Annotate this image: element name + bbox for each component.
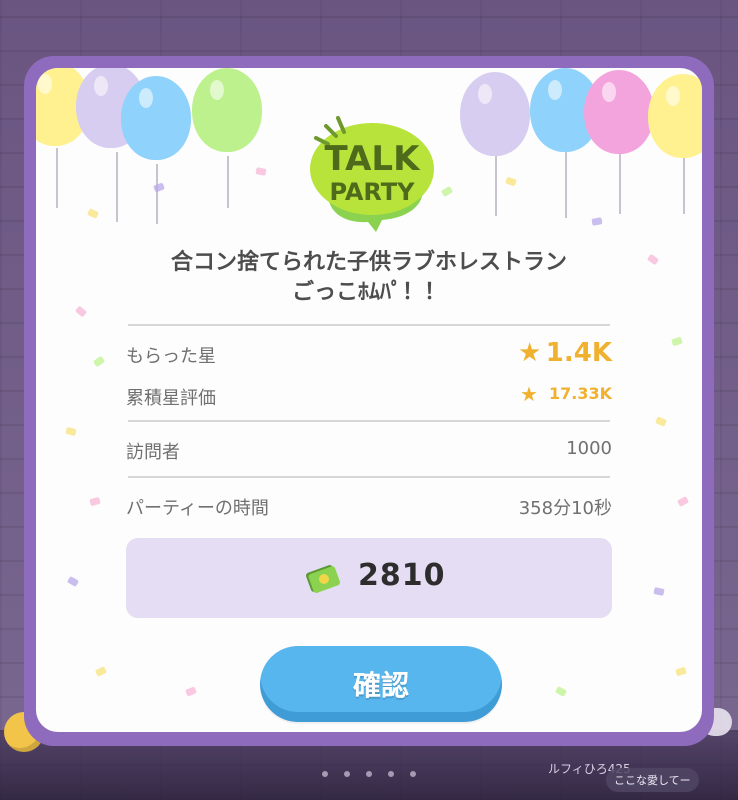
party-result-modal: TALK PARTY 合コン捨てられた子供ラブホレストラン ごっこﾎﾑﾊﾟ！！ … bbox=[24, 56, 714, 746]
divider bbox=[128, 420, 610, 422]
party-time-value: 358分10秒 bbox=[518, 498, 612, 519]
room-title-line2: ごっこﾎﾑﾊﾟ！！ bbox=[291, 280, 446, 305]
divider bbox=[128, 476, 610, 478]
balloon-pink-right bbox=[584, 70, 654, 154]
divider bbox=[128, 324, 610, 326]
cumulative-rating-label: 累積星評価 bbox=[126, 388, 216, 409]
balloon-green-left bbox=[192, 68, 262, 152]
balloon-yellow-right bbox=[648, 74, 702, 158]
star-icon-small: ★ bbox=[520, 382, 538, 406]
received-stars-value: 1.4K bbox=[545, 338, 612, 368]
party-time-label: パーティーの時間 bbox=[126, 498, 269, 519]
balloon-purple-right bbox=[460, 72, 530, 156]
cumulative-rating-value: 17.33K bbox=[548, 384, 612, 403]
reward-amount: 2810 bbox=[358, 558, 446, 593]
star-icon: ★ bbox=[518, 338, 542, 368]
received-stars-label: もらった星 bbox=[126, 346, 216, 367]
modal-content: TALK PARTY 合コン捨てられた子供ラブホレストラン ごっこﾎﾑﾊﾟ！！ … bbox=[36, 68, 702, 732]
visitors-value: 1000 bbox=[566, 438, 612, 459]
talk-party-logo: TALK PARTY bbox=[310, 116, 434, 232]
logo-party-text: PARTY bbox=[329, 178, 415, 206]
money-icon bbox=[305, 565, 341, 593]
chat-chip[interactable]: ここな愛してー bbox=[606, 768, 699, 792]
balloon-blue-left bbox=[121, 76, 191, 160]
logo-talk-text: TALK bbox=[325, 139, 422, 179]
reward-box: 2810 bbox=[126, 538, 612, 618]
visitors-label: 訪問者 bbox=[126, 442, 180, 463]
confirm-button[interactable]: 確認 bbox=[260, 646, 502, 722]
room-title: 合コン捨てられた子供ラブホレストラン ごっこﾎﾑﾊﾟ！！ bbox=[96, 248, 642, 308]
room-title-line1: 合コン捨てられた子供ラブホレストラン bbox=[170, 250, 567, 275]
